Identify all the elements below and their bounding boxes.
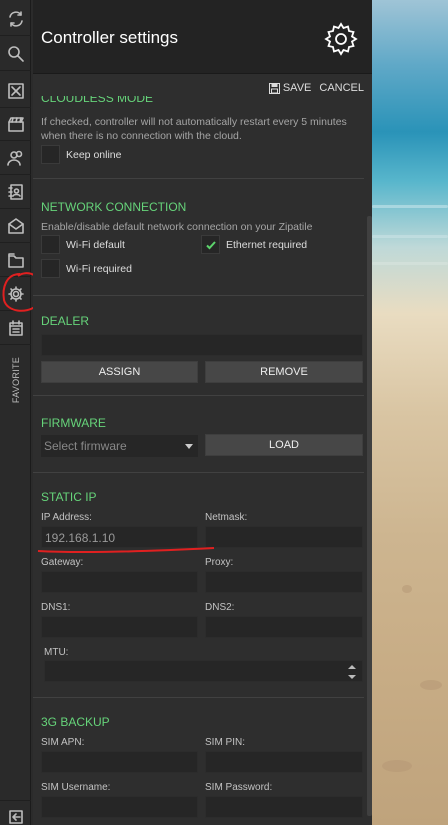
divider [33, 395, 364, 396]
scrollbar[interactable] [367, 96, 372, 825]
page-title: Controller settings [41, 28, 179, 47]
stepper-arrows-icon[interactable] [348, 665, 356, 679]
dns2-input[interactable] [205, 616, 363, 638]
firmware-select[interactable]: Select firmware [41, 435, 198, 457]
remove-button[interactable]: REMOVE [205, 361, 363, 383]
save-button[interactable]: SAVE [268, 82, 312, 94]
favorite-label: FAVORITE [11, 356, 21, 404]
static-ip-section-title: STATIC IP [41, 490, 97, 504]
sim-pin-input[interactable] [205, 751, 363, 773]
ip-address-label: IP Address: [41, 512, 92, 523]
sim-username-input[interactable] [41, 796, 198, 818]
sim-pin-label: SIM PIN: [205, 737, 246, 748]
chevron-down-icon [185, 443, 193, 449]
ethernet-required-label: Ethernet required [226, 238, 308, 251]
netmask-label: Netmask: [205, 512, 248, 523]
cloudless-description: If checked, controller will not automati… [41, 116, 347, 142]
wifi-default-option[interactable]: Wi-Fi default [41, 235, 125, 254]
firmware-select-value: Select firmware [44, 439, 127, 453]
background-beach-image [372, 0, 448, 825]
sim-apn-label: SIM APN: [41, 737, 85, 748]
save-floppy-icon [268, 82, 280, 94]
ip-address-value: 192.168.1.10 [45, 531, 116, 545]
save-label: SAVE [282, 82, 312, 94]
keep-online-checkbox[interactable] [41, 145, 60, 164]
sim-username-label: SIM Username: [41, 782, 111, 793]
dealer-section-title: DEALER [41, 314, 90, 328]
netmask-input[interactable] [205, 526, 363, 548]
dns1-label: DNS1: [41, 602, 71, 613]
mtu-label: MTU: [44, 647, 69, 658]
scrollbar-thumb[interactable] [367, 216, 372, 816]
keep-online-option[interactable]: Keep online [41, 145, 121, 164]
messages-icon[interactable] [0, 209, 31, 243]
cloudless-section-title: CLOUDLESS MODE [41, 96, 154, 105]
dealer-field[interactable] [41, 334, 363, 356]
gateway-label: Gateway: [41, 557, 84, 568]
ip-address-input[interactable]: 192.168.1.10 [41, 526, 198, 548]
wifi-default-label: Wi-Fi default [66, 238, 125, 251]
firmware-section-title: FIRMWARE [41, 416, 106, 430]
controller-settings-panel: Controller settings SAVE CANCEL CLOUDLES… [33, 0, 372, 825]
logout-icon[interactable] [0, 800, 31, 825]
divider [33, 178, 364, 179]
wifi-required-checkbox[interactable] [41, 259, 60, 278]
gear-icon [323, 21, 359, 57]
wifi-required-label: Wi-Fi required [66, 262, 132, 275]
proxy-input[interactable] [205, 571, 363, 593]
contacts-book-icon[interactable] [0, 175, 31, 209]
load-button[interactable]: LOAD [205, 434, 363, 456]
network-description: Enable/disable default network connectio… [41, 221, 313, 233]
favorite-tab[interactable]: FAVORITE [6, 355, 26, 405]
settings-content: CLOUDLESS MODE If checked, controller wi… [33, 96, 364, 825]
divider [33, 295, 364, 296]
assign-button[interactable]: ASSIGN [41, 361, 198, 383]
settings-gear-icon[interactable] [0, 277, 31, 311]
panel-header: Controller settings [33, 0, 372, 74]
network-icon[interactable] [0, 74, 31, 108]
proxy-label: Proxy: [205, 557, 234, 568]
scenes-clapper-icon[interactable] [0, 107, 31, 141]
icon-sidebar: FAVORITE [0, 0, 31, 825]
search-icon[interactable] [0, 37, 31, 71]
network-section-title: NETWORK CONNECTION [41, 200, 187, 214]
wifi-required-option[interactable]: Wi-Fi required [41, 259, 132, 278]
divider [33, 697, 364, 698]
divider [33, 472, 364, 473]
header-actions: SAVE CANCEL [268, 82, 364, 94]
keep-online-label: Keep online [66, 148, 122, 161]
gateway-input[interactable] [41, 571, 198, 593]
dns2-label: DNS2: [205, 602, 235, 613]
sim-apn-input[interactable] [41, 751, 198, 773]
ethernet-required-option[interactable]: Ethernet required [201, 235, 307, 254]
dns1-input[interactable] [41, 616, 198, 638]
cancel-button[interactable]: CANCEL [319, 82, 364, 94]
sync-icon[interactable] [0, 2, 31, 36]
backup-3g-section-title: 3G BACKUP [41, 715, 110, 729]
sim-password-label: SIM Password: [205, 782, 273, 793]
calendar-icon[interactable] [0, 311, 31, 345]
mtu-stepper[interactable] [44, 660, 363, 682]
check-icon [205, 240, 216, 249]
folder-icon[interactable] [0, 243, 31, 277]
wifi-default-checkbox[interactable] [41, 235, 60, 254]
sim-password-input[interactable] [205, 796, 363, 818]
users-icon[interactable] [0, 141, 31, 175]
ethernet-required-checkbox[interactable] [201, 235, 220, 254]
